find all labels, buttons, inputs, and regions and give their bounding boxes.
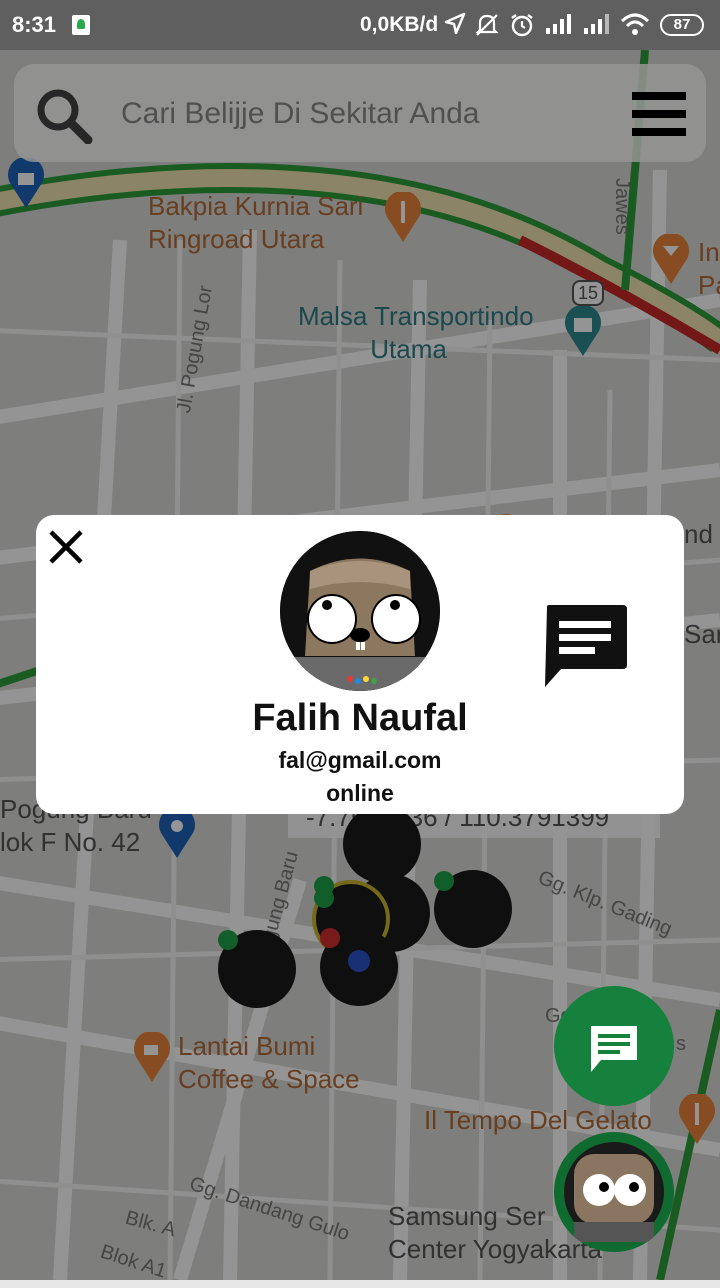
gopher-avatar-icon (564, 1142, 664, 1242)
profile-status: online (326, 780, 394, 806)
battery-indicator: 87 (660, 14, 704, 36)
status-time: 8:31 (12, 12, 57, 37)
my-profile-fab-button[interactable] (554, 1132, 674, 1252)
chat-icon (591, 1026, 637, 1072)
profile-name: Falih Naufal (252, 697, 468, 739)
chat-fab-button[interactable] (554, 986, 674, 1106)
location-arrow-icon (444, 12, 466, 35)
gopher-avatar-icon (280, 531, 440, 691)
signal-icon (546, 14, 571, 34)
profile-email: fal@gmail.com (278, 747, 442, 773)
close-icon[interactable] (46, 527, 86, 567)
status-bar: 8:31 0,0KB/d 87 (0, 0, 720, 50)
alarm-icon (511, 14, 533, 37)
app-notification-icon (72, 15, 90, 35)
profile-card: Falih Naufal fal@gmail.com online (36, 515, 684, 814)
mute-icon (475, 14, 499, 36)
wifi-icon (620, 13, 650, 35)
signal-2-icon (584, 14, 609, 34)
network-speed: 0,0KB/d (360, 13, 439, 36)
profile-avatar (280, 531, 440, 691)
message-icon[interactable] (543, 603, 629, 689)
